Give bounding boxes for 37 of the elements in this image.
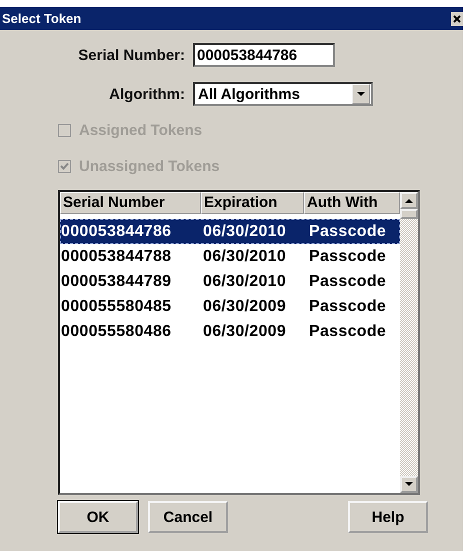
table-cell-text: Passcode (308, 222, 388, 240)
close-icon[interactable] (451, 12, 463, 26)
column-header[interactable]: Serial Number (60, 192, 201, 214)
column-header[interactable]: Auth With (304, 192, 400, 214)
table-row[interactable]: 000053844789 06/30/2010 Passcode (60, 269, 400, 294)
table-cell-text: 000055580485 (60, 298, 172, 316)
table-cell-text: 000053844788 (60, 248, 172, 266)
table-cell-text: Passcode (308, 322, 388, 340)
scroll-up-icon (405, 198, 413, 203)
dropdown-arrow-icon (357, 92, 365, 96)
dialog-button[interactable]: Cancel (148, 501, 228, 533)
table-cell-text: Passcode (308, 298, 388, 316)
scrollbar[interactable] (400, 192, 418, 493)
table-cell-text: 06/30/2010 (202, 272, 288, 290)
field-label: Algorithm: (108, 86, 186, 102)
table-cell-text: Passcode (308, 248, 388, 266)
table-cell-text: 06/30/2009 (202, 298, 288, 316)
table-row[interactable]: 000053844788 06/30/2010 Passcode (60, 244, 400, 269)
field-label: Serial Number: (77, 46, 186, 64)
scroll-thumb[interactable] (400, 209, 418, 219)
table-cell-text: 06/30/2010 (202, 222, 288, 240)
scroll-down-icon (405, 482, 413, 487)
table-cell-text: 000053844786 (60, 222, 172, 240)
algorithm-dropdown[interactable]: All Algorithms (193, 82, 373, 106)
serial-number-field[interactable]: 000053844786 (193, 43, 335, 67)
window-title: Select Token (2, 11, 82, 26)
table-cell-text: 000055580486 (60, 322, 172, 340)
table-cell-text: 06/30/2010 (202, 248, 288, 266)
table-cell-text: Passcode (308, 272, 388, 290)
table-cell-text: 000053844789 (60, 272, 172, 290)
table-cell-text: 06/30/2009 (202, 322, 288, 340)
table-row[interactable]: 000055580486 06/30/2009 Passcode (60, 319, 400, 344)
dialog-button[interactable]: Help (348, 501, 428, 533)
table-row[interactable]: 000053844786 06/30/2010 Passcode (60, 219, 400, 244)
dialog-button[interactable]: OK (58, 501, 138, 533)
column-header[interactable]: Expiration (201, 192, 304, 214)
table-row[interactable]: 000055580485 06/30/2009 Passcode (60, 294, 400, 319)
